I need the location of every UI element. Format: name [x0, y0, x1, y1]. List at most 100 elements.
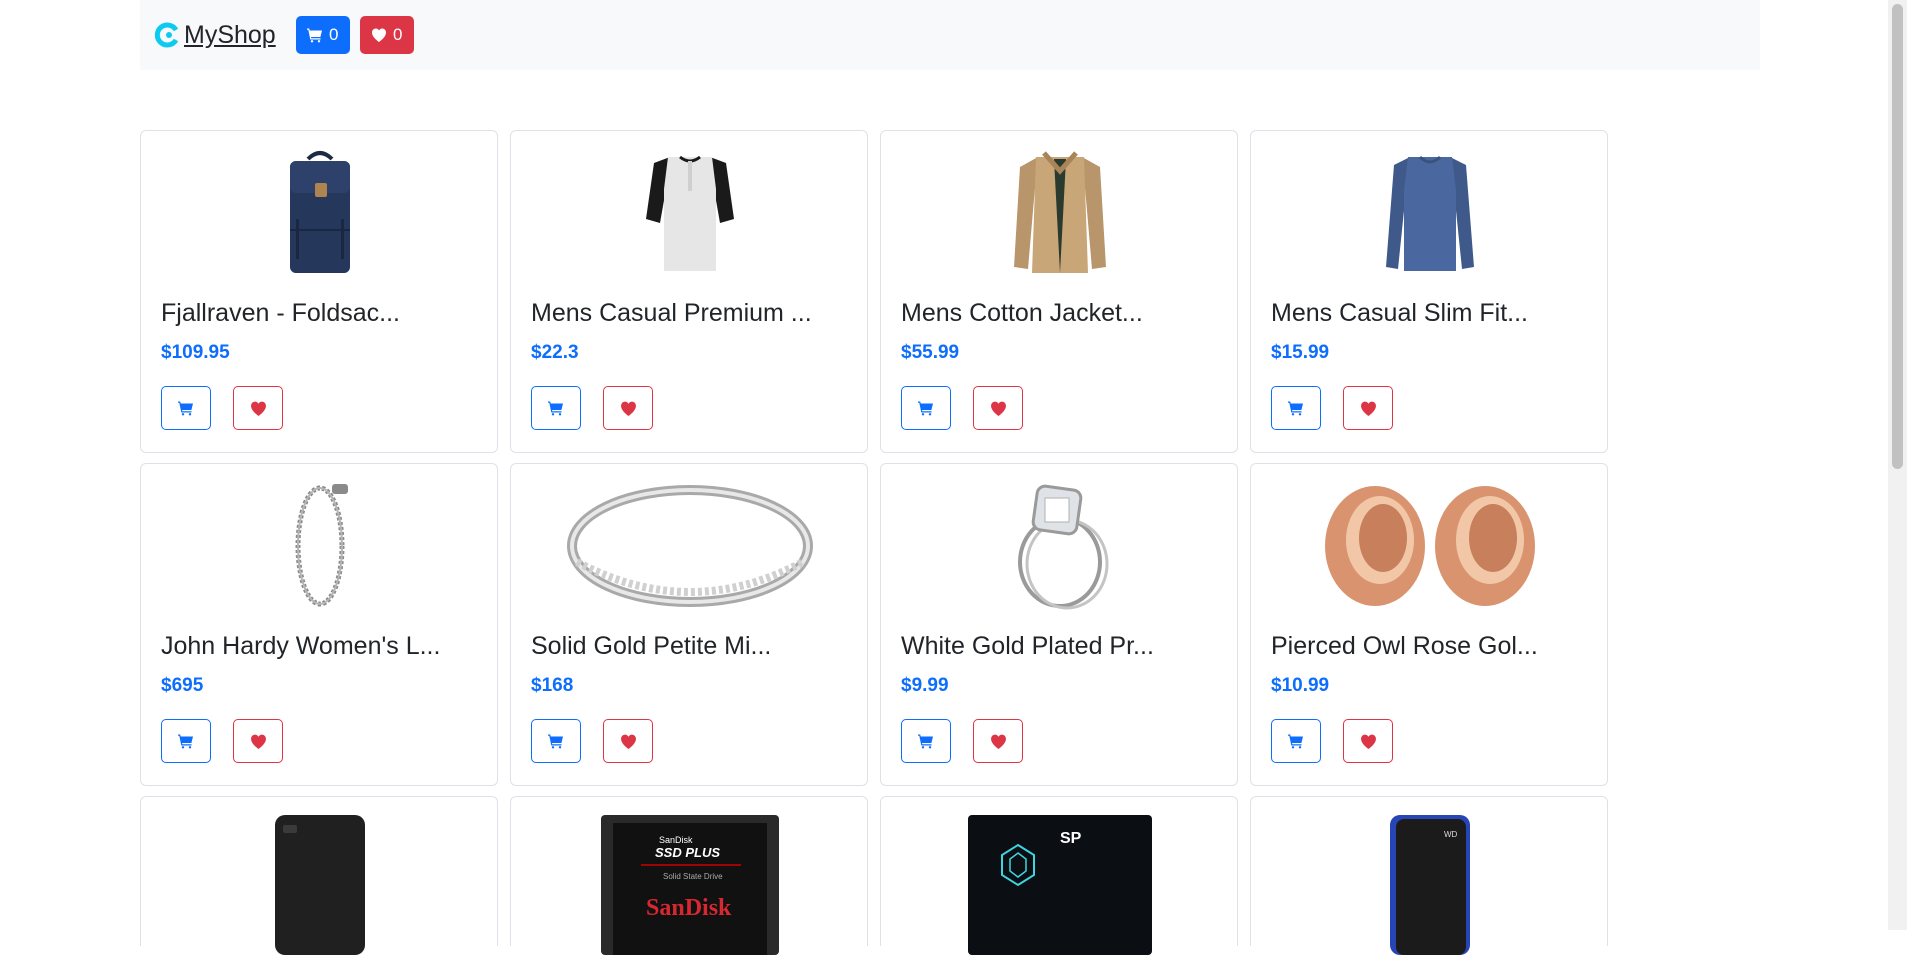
cart-button[interactable]: 0 — [295, 16, 350, 54]
add-to-favorites-button[interactable] — [233, 719, 283, 763]
add-to-cart-button[interactable] — [1271, 386, 1321, 430]
backpack-image — [290, 151, 350, 273]
svg-text:WD: WD — [1444, 830, 1458, 839]
navbar: MyShop 0 0 — [140, 0, 1760, 70]
product-title[interactable]: Solid Gold Petite Mi... — [531, 632, 771, 661]
heart-icon — [620, 734, 636, 749]
product-price: $168 — [531, 675, 574, 696]
cart-icon — [178, 734, 193, 749]
product-title[interactable]: John Hardy Women's L... — [161, 632, 440, 661]
brand-link[interactable]: MyShop — [154, 21, 276, 50]
princess-ring-image — [1018, 484, 1109, 610]
product-card: Fjallraven - Foldsac... $109.95 — [140, 130, 498, 453]
add-to-cart-button[interactable] — [531, 719, 581, 763]
cart-icon — [918, 401, 933, 416]
ssd-logo-brand: SanDisk — [646, 895, 732, 921]
product-card: Mens Casual Slim Fit... $15.99 — [1250, 130, 1608, 453]
product-grid: Fjallraven - Foldsac... $109.95 Mens Cas… — [140, 130, 1610, 955]
product-image[interactable]: WD — [1271, 815, 1589, 955]
cart-icon — [918, 734, 933, 749]
favorites-button[interactable]: 0 — [359, 16, 414, 54]
heart-icon — [990, 401, 1006, 416]
add-to-favorites-button[interactable] — [233, 386, 283, 430]
product-card: SanDisk SSD PLUS Solid State Drive SanDi… — [510, 796, 868, 955]
heart-icon — [250, 734, 266, 749]
product-title[interactable]: Mens Casual Slim Fit... — [1271, 299, 1528, 328]
heart-icon — [990, 734, 1006, 749]
product-card: John Hardy Women's L... $695 — [140, 463, 498, 786]
product-image[interactable] — [161, 482, 479, 610]
product-card: Solid Gold Petite Mi... $168 — [510, 463, 868, 786]
product-title[interactable]: Pierced Owl Rose Gol... — [1271, 632, 1538, 661]
add-to-cart-button[interactable] — [901, 386, 951, 430]
silicon-power-ssd-image: SP — [968, 815, 1152, 955]
product-image[interactable] — [1271, 149, 1589, 277]
cart-icon — [548, 401, 563, 416]
cart-icon — [548, 734, 563, 749]
cotton-jacket-image — [1014, 151, 1106, 273]
heart-icon — [250, 401, 266, 416]
cart-count: 0 — [328, 25, 339, 44]
product-image[interactable] — [531, 482, 849, 610]
product-image[interactable]: SanDisk SSD PLUS Solid State Drive SanDi… — [531, 815, 849, 955]
myshop-logo-icon — [154, 22, 179, 48]
cart-icon — [306, 28, 322, 43]
product-title[interactable]: Mens Casual Premium ... — [531, 299, 812, 328]
cart-icon — [1288, 401, 1303, 416]
add-to-favorites-button[interactable] — [1343, 386, 1393, 430]
product-image[interactable] — [161, 815, 479, 955]
product-title[interactable]: White Gold Plated Pr... — [901, 632, 1154, 661]
product-image[interactable] — [1271, 482, 1589, 610]
product-card — [140, 796, 498, 955]
ssd-logo-line: SSD PLUS — [655, 845, 720, 860]
page-scrollbar[interactable] — [1888, 0, 1907, 930]
product-title[interactable]: Mens Cotton Jacket... — [901, 299, 1143, 328]
heart-icon — [1360, 734, 1376, 749]
add-to-favorites-button[interactable] — [603, 386, 653, 430]
product-image[interactable] — [901, 482, 1219, 610]
ssd-logo-brand: SP — [1060, 830, 1082, 847]
add-to-cart-button[interactable] — [901, 719, 951, 763]
product-price: $109.95 — [161, 342, 230, 363]
product-title[interactable]: Fjallraven - Foldsac... — [161, 299, 400, 328]
add-to-favorites-button[interactable] — [1343, 719, 1393, 763]
dragon-bracelet-image — [295, 484, 348, 607]
product-price: $15.99 — [1271, 342, 1330, 363]
micropave-ring-image — [567, 485, 813, 607]
product-price: $22.3 — [531, 342, 579, 363]
cart-icon — [1288, 734, 1303, 749]
product-card: White Gold Plated Pr... $9.99 — [880, 463, 1238, 786]
gaming-drive-image: WD — [1390, 815, 1470, 955]
add-to-favorites-button[interactable] — [973, 386, 1023, 430]
product-image[interactable] — [531, 149, 849, 277]
add-to-cart-button[interactable] — [531, 386, 581, 430]
scrollbar-thumb[interactable] — [1892, 4, 1903, 469]
heart-icon — [1360, 401, 1376, 416]
product-card: WD — [1250, 796, 1608, 955]
add-to-favorites-button[interactable] — [603, 719, 653, 763]
product-price: $9.99 — [901, 675, 949, 696]
henley-shirt-image — [646, 155, 734, 271]
sandisk-ssd-image: SanDisk SSD PLUS Solid State Drive SanDi… — [601, 815, 779, 955]
add-to-cart-button[interactable] — [1271, 719, 1321, 763]
add-to-cart-button[interactable] — [161, 386, 211, 430]
ssd-logo-sub: Solid State Drive — [663, 872, 723, 881]
external-hard-drive-image — [275, 815, 365, 955]
add-to-favorites-button[interactable] — [973, 719, 1023, 763]
ssd-logo-small: SanDisk — [659, 835, 693, 845]
rose-gold-tunnels-image — [1325, 486, 1535, 606]
heart-icon — [371, 28, 386, 42]
brand-name: MyShop — [184, 20, 276, 49]
product-image[interactable] — [901, 149, 1219, 277]
product-price: $10.99 — [1271, 675, 1330, 696]
product-image[interactable] — [161, 149, 479, 277]
favorites-count: 0 — [392, 25, 403, 44]
product-card: Pierced Owl Rose Gol... $10.99 — [1250, 463, 1608, 786]
product-card: Mens Cotton Jacket... $55.99 — [880, 130, 1238, 453]
add-to-cart-button[interactable] — [161, 719, 211, 763]
product-card: SP — [880, 796, 1238, 955]
cart-icon — [178, 401, 193, 416]
product-image[interactable]: SP — [901, 815, 1219, 955]
slim-fit-shirt-image — [1386, 155, 1474, 271]
heart-icon — [620, 401, 636, 416]
